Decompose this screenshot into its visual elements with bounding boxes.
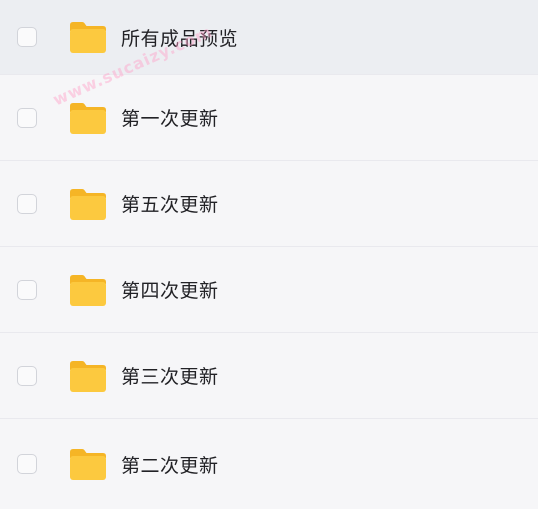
list-item[interactable]: 第一次更新 [0, 75, 538, 161]
row-checkbox[interactable] [17, 365, 37, 386]
folder-name[interactable]: 第一次更新 [121, 104, 219, 131]
row-checkbox[interactable] [17, 107, 37, 128]
folder-name[interactable]: 第四次更新 [121, 276, 219, 303]
folder-icon [70, 188, 106, 220]
list-item[interactable]: 第五次更新 [0, 161, 538, 247]
list-item[interactable]: 第四次更新 [0, 247, 538, 333]
folder-name[interactable]: 第三次更新 [121, 362, 219, 389]
folder-name[interactable]: 第二次更新 [121, 451, 219, 478]
list-item[interactable]: 第二次更新 [0, 419, 538, 509]
folder-icon [70, 102, 106, 134]
folder-icon [70, 22, 106, 53]
row-checkbox[interactable] [17, 193, 37, 214]
folder-name[interactable]: 第五次更新 [121, 190, 219, 217]
folder-name[interactable]: 所有成品预览 [121, 24, 238, 51]
row-checkbox[interactable] [17, 279, 37, 300]
folder-icon [70, 360, 106, 392]
row-checkbox[interactable] [17, 27, 37, 47]
row-checkbox[interactable] [17, 454, 37, 474]
list-item[interactable]: 第三次更新 [0, 333, 538, 419]
folder-icon [70, 449, 106, 480]
folder-icon [70, 274, 106, 306]
list-item[interactable]: 所有成品预览 [0, 0, 538, 75]
file-list: 所有成品预览 第一次更新 第五次更新 第四次更新 第三次更新 第二次更新 www… [0, 0, 538, 509]
